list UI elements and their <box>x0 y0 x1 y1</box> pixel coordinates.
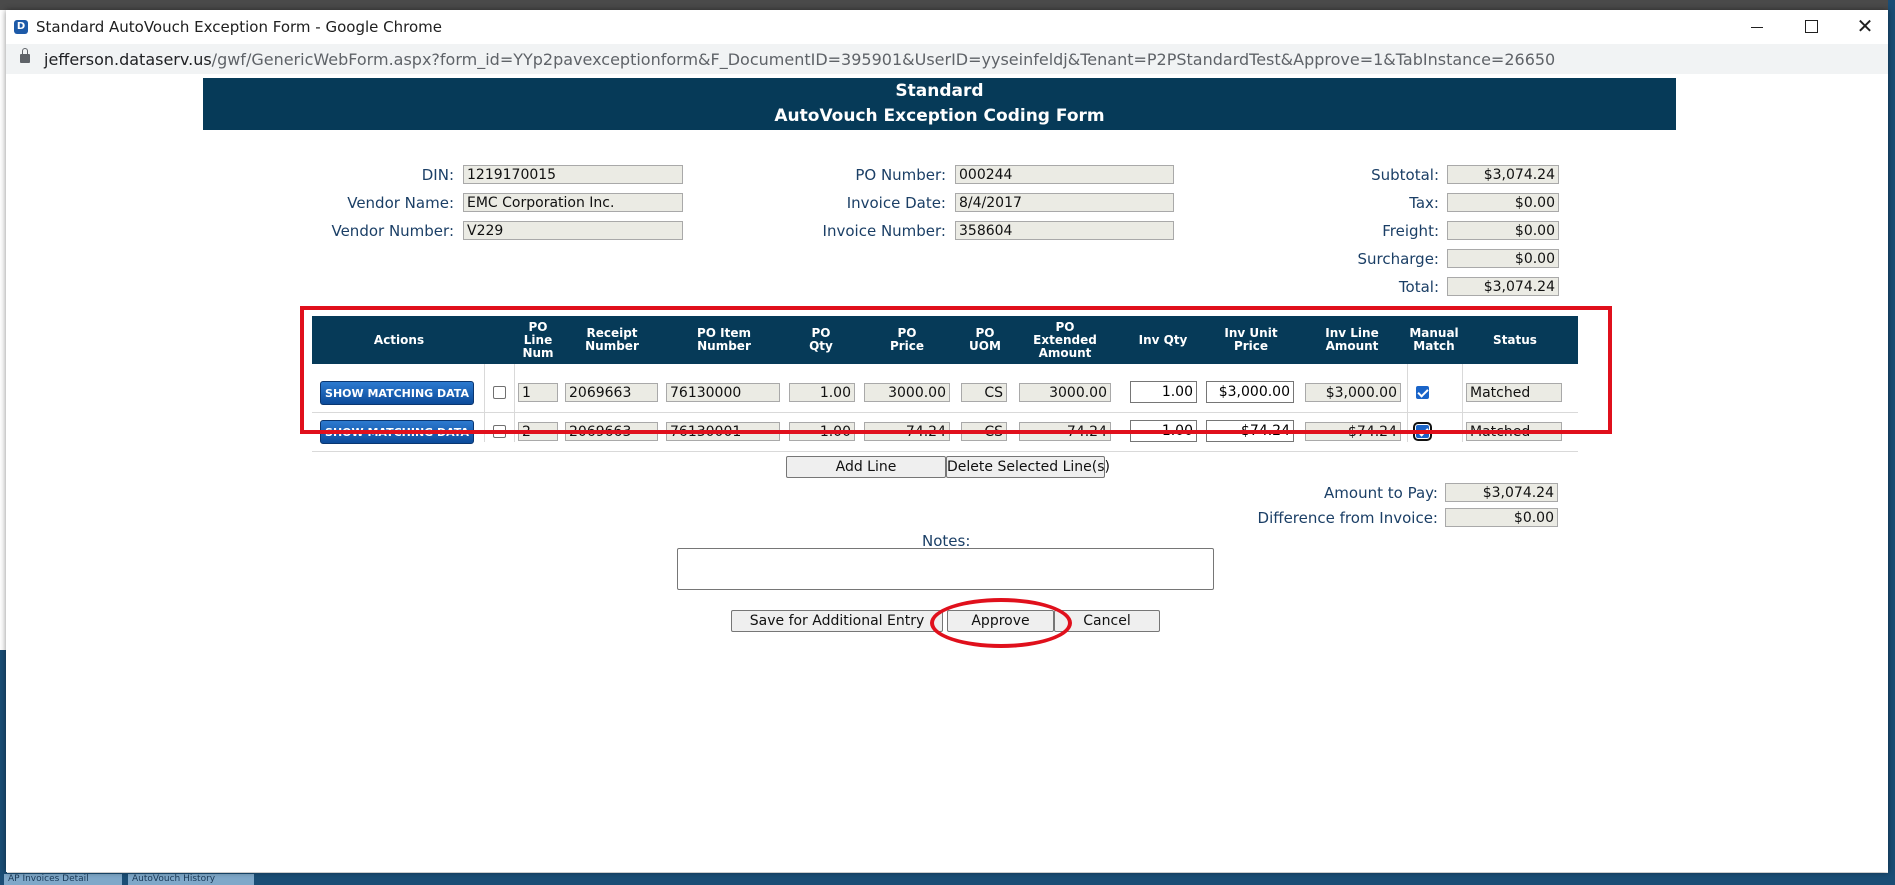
subtotal-field: $3,074.24 <box>1447 165 1559 184</box>
form-header-line1: Standard <box>895 81 984 101</box>
address-bar[interactable]: jefferson.dataserv.us/gwf/GenericWebForm… <box>6 44 1888 74</box>
po-number-field[interactable]: 000244 <box>955 165 1174 184</box>
amount-to-pay-field: $3,074.24 <box>1445 483 1558 502</box>
freight-label: Freight: <box>1382 222 1439 240</box>
difference-label: Difference from Invoice: <box>1257 509 1438 527</box>
invoice-number-field[interactable]: 358604 <box>955 221 1174 240</box>
url-text[interactable]: jefferson.dataserv.us/gwf/GenericWebForm… <box>44 50 1555 69</box>
url-path: /gwf/GenericWebForm.aspx?form_id=YYp2pav… <box>211 50 1556 69</box>
freight-field: $0.00 <box>1447 221 1559 240</box>
minimize-button[interactable] <box>1734 14 1780 40</box>
po-number-label: PO Number: <box>855 166 946 184</box>
surcharge-field: $0.00 <box>1447 249 1559 268</box>
tax-label: Tax: <box>1409 194 1439 212</box>
delete-selected-lines-button[interactable]: Delete Selected Line(s) <box>946 456 1110 478</box>
notes-textarea[interactable] <box>677 548 1214 590</box>
form-header-line2: AutoVouch Exception Coding Form <box>774 106 1105 126</box>
maximize-button[interactable] <box>1788 14 1834 40</box>
vendor-number-field[interactable]: V229 <box>463 221 683 240</box>
vendor-name-field[interactable]: EMC Corporation Inc. <box>463 193 683 212</box>
close-icon: ✕ <box>1856 14 1874 38</box>
background-tab-ap-invoices[interactable]: AP Invoices Detail <box>4 874 122 885</box>
background-app-strip <box>0 0 1895 10</box>
annotation-circle <box>930 598 1072 648</box>
minimize-icon <box>1751 27 1763 28</box>
background-app-edge <box>1888 0 1895 885</box>
surcharge-label: Surcharge: <box>1357 250 1439 268</box>
background-tab-autovouch-history[interactable]: AutoVouch History <box>128 874 254 885</box>
invoice-number-label: Invoice Number: <box>822 222 946 240</box>
invoice-date-field[interactable]: 8/4/2017 <box>955 193 1174 212</box>
vendor-number-label: Vendor Number: <box>331 222 454 240</box>
amount-to-pay-label: Amount to Pay: <box>1324 484 1438 502</box>
app-logo-icon: D <box>14 20 28 34</box>
form-header: Standard AutoVouch Exception Coding Form <box>203 78 1676 130</box>
add-line-button[interactable]: Add Line <box>786 456 946 478</box>
url-host: jefferson.dataserv.us <box>44 50 212 69</box>
maximize-icon <box>1804 20 1818 33</box>
title-bar: D Standard AutoVouch Exception Form - Go… <box>6 10 1888 44</box>
lock-icon <box>20 48 30 63</box>
din-field[interactable]: 1219170015 <box>463 165 683 184</box>
invoice-date-label: Invoice Date: <box>846 194 946 212</box>
vendor-name-label: Vendor Name: <box>347 194 454 212</box>
difference-field: $0.00 <box>1445 508 1558 527</box>
total-field: $3,074.24 <box>1447 277 1559 296</box>
background-app-tabstrip <box>0 873 1895 885</box>
tax-field: $0.00 <box>1447 193 1559 212</box>
total-label: Total: <box>1398 278 1439 296</box>
window-title: Standard AutoVouch Exception Form - Goog… <box>36 18 442 36</box>
save-for-additional-entry-button[interactable]: Save for Additional Entry <box>731 610 943 632</box>
annotation-highlight-box <box>300 306 1612 434</box>
subtotal-label: Subtotal: <box>1371 166 1439 184</box>
close-button[interactable]: ✕ <box>1842 14 1888 40</box>
din-label: DIN: <box>421 166 454 184</box>
